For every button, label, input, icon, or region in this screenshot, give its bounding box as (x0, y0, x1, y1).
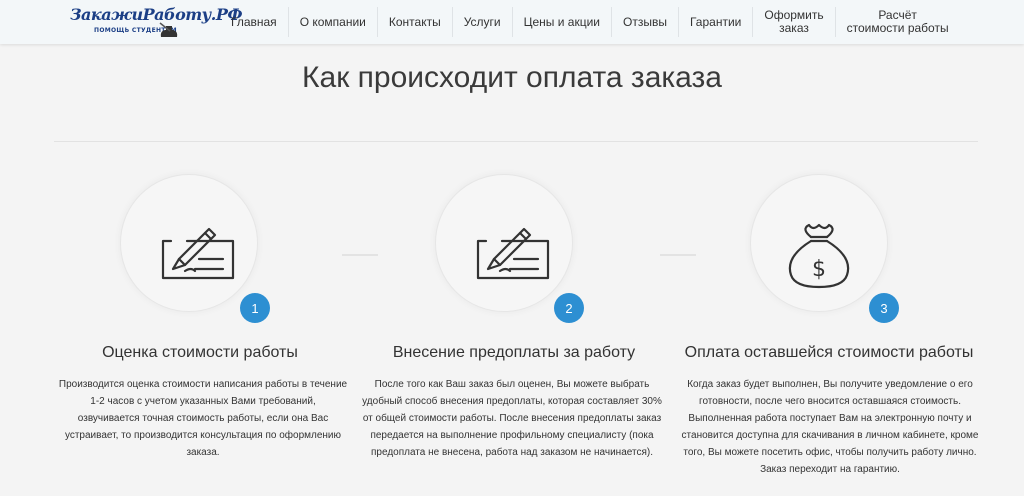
step-3-circle: $ (750, 174, 888, 312)
step-1-number: 1 (240, 293, 270, 323)
step-2-number: 2 (554, 293, 584, 323)
signed-document-icon (476, 227, 550, 280)
step-3-description: Когда заказ будет выполнен, Вы получите … (681, 379, 979, 475)
nav-item-reviews[interactable]: Отзывы (611, 7, 678, 37)
title-divider (54, 141, 978, 142)
step-2-circle (435, 174, 573, 312)
step-1-circle (120, 174, 258, 312)
nav-item-guarantees[interactable]: Гарантии (677, 7, 752, 37)
page: ЗакажиРаботу.РФ ПОМОЩЬ СТУДЕНТАМ Главная… (0, 0, 1024, 496)
logo-text: ЗакажиРаботу.РФ (70, 5, 243, 24)
page-title: Как происходит оплата заказа (302, 61, 722, 94)
nav-item-calculate[interactable]: Расчёт стоимости работы (834, 7, 960, 37)
step-2-title: Внесение предоплаты за работу (392, 344, 636, 361)
step-1-description: Производится оценка стоимости написания … (58, 379, 348, 458)
money-bag-icon: $ (788, 223, 850, 289)
main-navigation: Главная О компании Контакты Услуги Цены … (220, 0, 960, 44)
step-1-title: Оценка стоимости работы (102, 344, 298, 361)
svg-text:$: $ (812, 257, 826, 282)
step-2-description: После того как Ваш заказ был оценен, Вы … (362, 379, 662, 458)
nav-item-prices[interactable]: Цены и акции (511, 7, 611, 37)
nav-item-home[interactable]: Главная (220, 7, 288, 37)
nav-item-order[interactable]: Оформить заказ (752, 7, 834, 37)
nav-item-contacts[interactable]: Контакты (376, 7, 452, 37)
step-connector (342, 254, 378, 256)
header: ЗакажиРаботу.РФ ПОМОЩЬ СТУДЕНТАМ Главная… (0, 0, 1024, 44)
nav-item-about[interactable]: О компании (287, 7, 377, 37)
nav-item-services[interactable]: Услуги (451, 7, 512, 37)
step-connector (660, 254, 696, 256)
step-3-number: 3 (869, 293, 899, 323)
inkwell-icon (159, 22, 178, 37)
signed-document-icon (161, 227, 235, 280)
step-3-title: Оплата оставшейся стоимости работы (684, 344, 974, 361)
site-logo[interactable]: ЗакажиРаботу.РФ ПОМОЩЬ СТУДЕНТАМ (58, 3, 243, 41)
